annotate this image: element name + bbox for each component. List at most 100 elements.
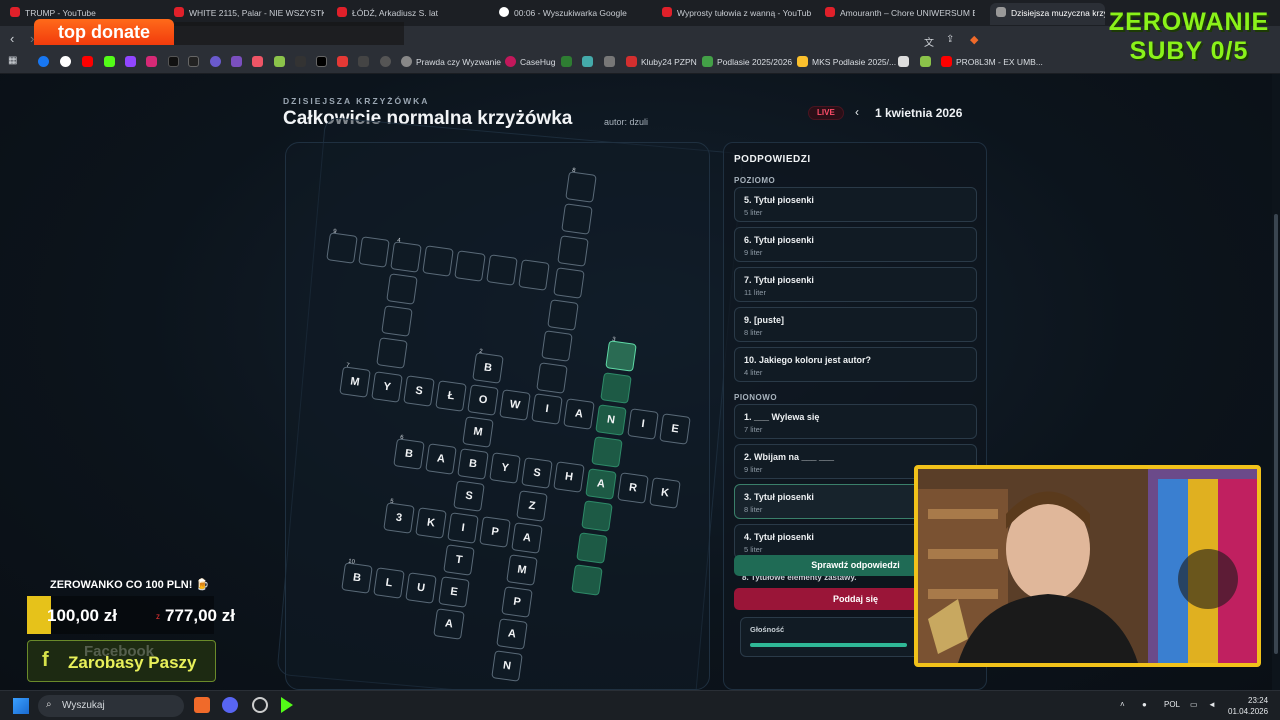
grid-cell[interactable] — [386, 273, 418, 305]
bookmark-twitch-icon[interactable] — [125, 56, 140, 67]
grid-cell[interactable]: 8 — [565, 168, 597, 203]
grid-cell[interactable] — [376, 337, 408, 369]
clue-across-9[interactable]: 9. [puste] 8 liter — [734, 307, 977, 342]
clue-down-1[interactable]: 1. ___ Wylewa się 7 liter — [734, 404, 977, 439]
grid-cell[interactable]: W — [499, 389, 531, 421]
bookmark-x-icon[interactable] — [316, 56, 331, 67]
grid-cell[interactable]: A — [511, 522, 543, 554]
bookmark-prawda[interactable]: Prawda czy Wyzwanie — [401, 56, 501, 67]
grid-cell-highlight[interactable] — [571, 564, 603, 596]
bookmark-ext-icon[interactable] — [210, 56, 225, 67]
grid-cell[interactable]: L — [373, 567, 405, 599]
grid-cell[interactable]: I — [531, 393, 563, 425]
grid-cell[interactable]: E — [659, 413, 691, 445]
grid-cell[interactable]: I — [447, 512, 479, 544]
app-taskbar-icon[interactable] — [252, 697, 268, 713]
grid-cell[interactable]: 2B — [472, 349, 504, 384]
clue-across-10[interactable]: 10. Jakiego koloru jest autor? 4 liter — [734, 347, 977, 382]
language-indicator[interactable]: POL — [1164, 700, 1180, 709]
bookmark-kluby24[interactable]: Kluby24 PZPN — [626, 56, 697, 67]
bookmark-mks[interactable]: MKS Podlasie 2025/... — [797, 56, 896, 67]
bookmark-problem[interactable]: PRO8L3M - EX UMB... — [941, 56, 1043, 67]
grid-cell[interactable] — [486, 254, 518, 286]
grid-cell[interactable] — [454, 250, 486, 282]
grid-cell[interactable]: 53 — [383, 499, 415, 534]
bookmark-ext11-icon[interactable] — [898, 56, 913, 67]
bookmark-ext4-icon[interactable] — [295, 56, 310, 67]
tab-google[interactable]: 00:06 - Wyszukiwarka Google — [499, 3, 649, 25]
grid-cell[interactable]: M — [506, 554, 538, 586]
grid-cell-active[interactable]: 3 — [605, 337, 637, 372]
grid-cell[interactable]: P — [479, 516, 511, 548]
grid-cell[interactable]: S — [403, 375, 435, 407]
grid-cell[interactable]: E — [438, 576, 470, 608]
bookmark-ext5-icon[interactable] — [337, 56, 352, 67]
grid-cell[interactable] — [536, 362, 568, 394]
clue-across-6[interactable]: 6. Tytuł piosenki 9 liter — [734, 227, 977, 262]
clue-across-7[interactable]: 7. Tytuł piosenki 11 liter — [734, 267, 977, 302]
bookmark-ext6-icon[interactable] — [358, 56, 373, 67]
grid-cell[interactable]: K — [649, 477, 681, 509]
windows-start-icon[interactable] — [13, 698, 29, 714]
grid-cell[interactable]: T — [443, 544, 475, 576]
grid-cell-highlight[interactable] — [581, 500, 613, 532]
back-icon[interactable]: ‹ — [10, 31, 14, 46]
grid-cell[interactable]: A — [496, 618, 528, 650]
grid-cell[interactable] — [381, 305, 413, 337]
discord-taskbar-icon[interactable] — [222, 697, 238, 713]
grid-cell[interactable] — [553, 267, 585, 299]
grid-cell[interactable] — [547, 299, 579, 331]
taskbar-clock[interactable]: 23:24 01.04.2026 — [1228, 695, 1268, 717]
grid-cell[interactable] — [358, 236, 390, 268]
grid-cell[interactable] — [557, 235, 589, 267]
mic-icon[interactable]: ● — [1142, 700, 1147, 709]
grid-cell[interactable] — [518, 259, 550, 291]
grid-cell[interactable]: 6B — [393, 435, 425, 470]
grid-cell[interactable]: U — [405, 572, 437, 604]
page-scrollbar[interactable] — [1272, 74, 1280, 690]
volume-slider[interactable] — [750, 643, 907, 647]
bookmark-ext8-icon[interactable] — [561, 56, 576, 67]
bookmark-ext7-icon[interactable] — [380, 56, 395, 67]
grid-cell[interactable]: Z — [516, 490, 548, 522]
grid-cell-highlight[interactable]: A — [585, 468, 617, 500]
bookmark-facebook-icon[interactable] — [38, 56, 53, 67]
share-icon[interactable]: ⇪ — [946, 34, 954, 45]
grid-cell-highlight[interactable]: N — [595, 404, 627, 436]
grid-cell[interactable]: Y — [371, 371, 403, 403]
bookmark-google-icon[interactable] — [60, 56, 75, 67]
taskbar-search[interactable]: Wyszukaj — [38, 695, 184, 717]
apps-grid-icon[interactable]: ▦ — [8, 55, 17, 66]
grid-cell[interactable]: M — [462, 416, 494, 448]
grid-cell[interactable]: I — [627, 408, 659, 440]
grid-cell[interactable]: H — [553, 461, 585, 493]
grid-cell[interactable]: N — [491, 650, 523, 682]
bookmark-instagram-icon[interactable] — [146, 56, 161, 67]
grid-cell[interactable]: 9 — [326, 229, 358, 264]
grid-cell[interactable] — [541, 330, 573, 362]
grid-cell[interactable]: A — [563, 398, 595, 430]
bookmark-youtube-icon[interactable] — [82, 56, 97, 67]
grid-cell[interactable] — [422, 245, 454, 277]
bookmark-ext10-icon[interactable] — [604, 56, 619, 67]
grid-cell[interactable]: O — [467, 384, 499, 416]
tab-wyprosty[interactable]: Wyprosty tułowia z wanną - YouTub — [662, 3, 812, 25]
speaker-icon[interactable]: ◄ — [1208, 700, 1216, 709]
grid-cell[interactable]: K — [415, 507, 447, 539]
grid-cell[interactable]: A — [425, 443, 457, 475]
bookmark-tiktok-icon[interactable] — [168, 56, 183, 67]
grid-cell-highlight[interactable] — [576, 532, 608, 564]
grid-cell[interactable]: A — [433, 608, 465, 640]
grid-cell[interactable]: P — [501, 586, 533, 618]
grid-cell[interactable]: Ł — [435, 380, 467, 412]
bookmark-casehug[interactable]: CaseHug — [505, 56, 555, 67]
grid-cell[interactable]: S — [521, 457, 553, 489]
brave-shield-icon[interactable]: ◆ — [970, 33, 978, 46]
bookmark-ext2-icon[interactable] — [231, 56, 246, 67]
network-icon[interactable]: ▭ — [1190, 700, 1198, 709]
grid-cell[interactable]: 7M — [339, 363, 371, 398]
grid-cell[interactable]: 10 B — [341, 559, 373, 594]
tray-chevron-icon[interactable]: ˄ — [1120, 700, 1125, 709]
grid-cell[interactable]: B — [457, 448, 489, 480]
kick-taskbar-icon[interactable] — [281, 697, 293, 713]
